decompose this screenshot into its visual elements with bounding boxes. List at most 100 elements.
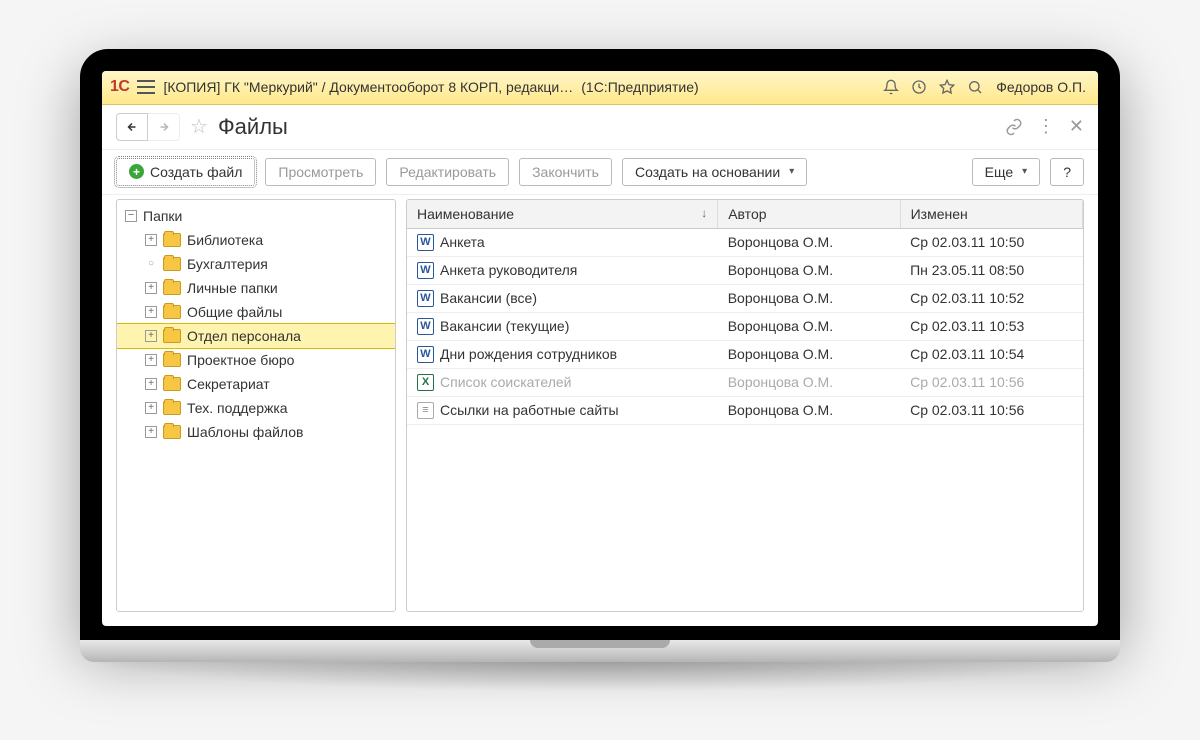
create-on-basis-button[interactable]: Создать на основании▾ bbox=[622, 158, 807, 186]
file-modified-label: Ср 02.03.11 10:53 bbox=[900, 312, 1082, 340]
file-name-label: Вакансии (все) bbox=[440, 290, 537, 306]
nav-back-button[interactable] bbox=[116, 113, 148, 141]
tree-node-label: Шаблоны файлов bbox=[187, 424, 303, 440]
subheader: ☆ Файлы ⋮ ✕ bbox=[102, 105, 1098, 150]
tree-node[interactable]: Отдел персонала bbox=[117, 324, 395, 348]
tree-node[interactable]: Шаблоны файлов bbox=[117, 420, 395, 444]
current-user-label[interactable]: Федоров О.П. bbox=[992, 79, 1090, 95]
more-button[interactable]: Еще▾ bbox=[972, 158, 1041, 186]
file-author-label: Воронцова О.М. bbox=[718, 396, 900, 424]
edit-button[interactable]: Редактировать bbox=[386, 158, 509, 186]
page-title: Файлы bbox=[218, 114, 288, 140]
file-author-label: Воронцова О.М. bbox=[718, 256, 900, 284]
tree-node[interactable]: Общие файлы bbox=[117, 300, 395, 324]
favorite-star-icon[interactable]: ☆ bbox=[190, 114, 208, 139]
table-row[interactable]: X Список соискателей Воронцова О.М.Ср 02.0… bbox=[407, 368, 1083, 396]
tree-root[interactable]: Папки bbox=[117, 204, 395, 228]
file-name-label: Дни рождения сотрудников bbox=[440, 346, 617, 362]
bell-icon[interactable] bbox=[882, 78, 900, 96]
nav-forward-button bbox=[148, 113, 180, 141]
folder-icon bbox=[163, 353, 181, 367]
view-button[interactable]: Просмотреть bbox=[265, 158, 376, 186]
collapse-icon[interactable] bbox=[125, 210, 137, 222]
tree-node-label: Отдел персонала bbox=[187, 328, 301, 344]
expand-icon[interactable] bbox=[145, 306, 157, 318]
expand-icon[interactable] bbox=[145, 330, 157, 342]
plus-icon: + bbox=[129, 164, 144, 179]
history-icon[interactable] bbox=[910, 78, 928, 96]
tree-node[interactable]: ○Бухгалтерия bbox=[117, 252, 395, 276]
hamburger-icon[interactable] bbox=[137, 80, 155, 94]
expand-icon[interactable] bbox=[145, 354, 157, 366]
search-icon[interactable] bbox=[966, 78, 984, 96]
word-file-icon: W bbox=[417, 234, 434, 251]
table-row[interactable]: W Анкета руководителя Воронцова О.М.Пн 23.… bbox=[407, 256, 1083, 284]
toolbar: + Создать файл Просмотреть Редактировать… bbox=[102, 150, 1098, 195]
tree-node[interactable]: Личные папки bbox=[117, 276, 395, 300]
table-row[interactable]: W Вакансии (текущие) Воронцова О.М.Ср 02.0… bbox=[407, 312, 1083, 340]
app-logo-icon: 1C bbox=[110, 78, 129, 96]
table-row[interactable]: W Вакансии (все) Воронцова О.М.Ср 02.03.11… bbox=[407, 284, 1083, 312]
file-name-label: Вакансии (текущие) bbox=[440, 318, 569, 334]
file-author-label: Воронцова О.М. bbox=[718, 340, 900, 368]
tree-node[interactable]: Секретариат bbox=[117, 372, 395, 396]
chevron-down-icon: ▾ bbox=[1022, 166, 1027, 177]
column-header-modified[interactable]: Изменен bbox=[900, 200, 1082, 229]
file-author-label: Воронцова О.М. bbox=[718, 284, 900, 312]
file-modified-label: Ср 02.03.11 10:56 bbox=[900, 368, 1082, 396]
file-name-label: Анкета руководителя bbox=[440, 262, 577, 278]
tree-root-label: Папки bbox=[143, 208, 182, 224]
file-modified-label: Пн 23.05.11 08:50 bbox=[900, 256, 1082, 284]
tree-node-label: Библиотека bbox=[187, 232, 263, 248]
sort-descending-icon: ↓ bbox=[701, 206, 707, 220]
star-icon[interactable] bbox=[938, 78, 956, 96]
close-icon[interactable]: ✕ bbox=[1069, 116, 1084, 137]
app-mode-label: (1С:Предприятие) bbox=[581, 79, 698, 95]
tree-node[interactable]: Проектное бюро bbox=[117, 348, 395, 372]
table-row[interactable]: ≡Ссылки на работные сайтыВоронцова О.М.С… bbox=[407, 396, 1083, 424]
help-button[interactable]: ? bbox=[1050, 158, 1084, 186]
link-icon[interactable] bbox=[1005, 118, 1023, 136]
kebab-menu-icon[interactable]: ⋮ bbox=[1037, 116, 1055, 137]
text-file-icon: ≡ bbox=[417, 402, 434, 419]
folder-icon bbox=[163, 425, 181, 439]
folder-icon bbox=[163, 305, 181, 319]
folder-icon bbox=[163, 377, 181, 391]
tree-node-label: Проектное бюро bbox=[187, 352, 294, 368]
folder-icon bbox=[163, 281, 181, 295]
word-file-icon: W bbox=[417, 318, 434, 335]
bullet-icon: ○ bbox=[145, 258, 157, 270]
table-row[interactable]: WДни рождения сотрудниковВоронцова О.М.С… bbox=[407, 340, 1083, 368]
file-author-label: Воронцова О.М. bbox=[718, 368, 900, 396]
chevron-down-icon: ▾ bbox=[789, 166, 794, 177]
file-author-label: Воронцова О.М. bbox=[718, 312, 900, 340]
table-row[interactable]: WАнкетаВоронцова О.М.Ср 02.03.11 10:50 bbox=[407, 228, 1083, 256]
expand-icon[interactable] bbox=[145, 282, 157, 294]
expand-icon[interactable] bbox=[145, 378, 157, 390]
content-area: Папки Библиотека ○Бухгалтерия Личные папки… bbox=[102, 195, 1098, 626]
column-header-author[interactable]: Автор bbox=[718, 200, 900, 229]
tree-node-label: Личные папки bbox=[187, 280, 278, 296]
folder-icon bbox=[163, 233, 181, 247]
folder-tree-panel: Папки Библиотека ○Бухгалтерия Личные папки… bbox=[116, 199, 396, 612]
tree-node-label: Общие файлы bbox=[187, 304, 282, 320]
word-file-icon: W bbox=[417, 262, 434, 279]
expand-icon[interactable] bbox=[145, 402, 157, 414]
word-file-icon: W bbox=[417, 290, 434, 307]
word-file-icon: W bbox=[417, 346, 434, 363]
file-modified-label: Ср 02.03.11 10:52 bbox=[900, 284, 1082, 312]
tree-node[interactable]: Тех. поддержка bbox=[117, 396, 395, 420]
folder-icon bbox=[163, 257, 181, 271]
file-author-label: Воронцова О.М. bbox=[718, 228, 900, 256]
file-name-label: Список соискателей bbox=[440, 374, 572, 390]
folder-icon bbox=[163, 329, 181, 343]
tree-node[interactable]: Библиотека bbox=[117, 228, 395, 252]
expand-icon[interactable] bbox=[145, 234, 157, 246]
create-file-button[interactable]: + Создать файл bbox=[116, 158, 255, 186]
expand-icon[interactable] bbox=[145, 426, 157, 438]
file-table: Наименование ↓ Автор Изменен WАнкетаВоро… bbox=[407, 200, 1083, 425]
file-modified-label: Ср 02.03.11 10:56 bbox=[900, 396, 1082, 424]
finish-button[interactable]: Закончить bbox=[519, 158, 612, 186]
column-header-name[interactable]: Наименование ↓ bbox=[407, 200, 718, 229]
excel-file-icon: X bbox=[417, 374, 434, 391]
